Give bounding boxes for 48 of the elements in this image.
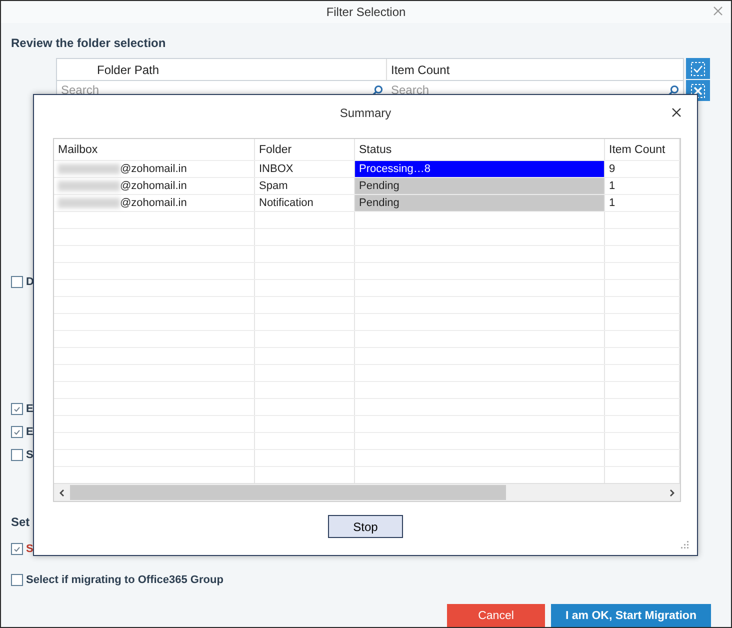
option-label: S <box>26 542 34 557</box>
column-header[interactable]: Folder Path <box>57 59 387 80</box>
section-heading: Review the folder selection <box>11 36 166 50</box>
status-cell: Pending <box>355 195 605 211</box>
horizontal-scrollbar[interactable] <box>54 483 680 501</box>
dialog-title: Summary <box>340 106 392 120</box>
status-cell: Pending <box>355 178 605 194</box>
table-cell: @zohomail.in <box>120 197 187 209</box>
blurred-text <box>58 198 120 208</box>
search-field[interactable]: Search <box>391 83 591 97</box>
table-cell: 1 <box>605 178 680 194</box>
blurred-text <box>58 181 120 191</box>
checkbox[interactable] <box>11 543 23 555</box>
table-cell: @zohomail.in <box>120 163 187 175</box>
column-header[interactable]: Status <box>355 139 605 160</box>
checkbox[interactable] <box>11 276 23 288</box>
option-label: Select if migrating to Office365 Group <box>26 573 224 588</box>
column-header[interactable]: Folder <box>255 139 355 160</box>
column-header[interactable]: Item Count <box>605 139 680 160</box>
table-cell: 9 <box>605 161 680 177</box>
select-all-button[interactable] <box>686 58 710 79</box>
start-button[interactable]: I am OK, Start Migration <box>551 604 711 627</box>
column-header[interactable]: Mailbox <box>54 139 255 160</box>
blurred-text <box>58 164 120 174</box>
checkbox[interactable] <box>11 449 23 461</box>
option-label: S <box>26 448 34 463</box>
table-cell: 1 <box>605 195 680 211</box>
search-field[interactable]: Search <box>61 83 261 97</box>
stop-button[interactable]: Stop <box>328 515 403 538</box>
resize-grip-icon[interactable] <box>680 540 689 549</box>
column-header[interactable]: Item Count <box>387 59 683 80</box>
cancel-button[interactable]: Cancel <box>447 604 545 627</box>
table-cell: @zohomail.in <box>120 180 187 192</box>
search-icon[interactable] <box>668 84 679 96</box>
window-title: Filter Selection <box>326 5 406 19</box>
checkbox[interactable] <box>11 426 23 438</box>
status-cell: Processing…8 <box>355 161 605 177</box>
checkbox[interactable] <box>11 403 23 415</box>
search-icon[interactable] <box>372 84 383 96</box>
option-label: E <box>26 402 34 417</box>
option-label: E <box>26 425 34 440</box>
checkbox[interactable] <box>11 574 23 586</box>
scroll-right-icon[interactable] <box>668 488 676 496</box>
scrollbar-thumb[interactable] <box>70 485 506 500</box>
section-heading: Set <box>11 515 30 529</box>
close-icon[interactable] <box>672 108 681 117</box>
scroll-left-icon[interactable] <box>58 488 66 496</box>
option-label: D <box>26 275 34 290</box>
